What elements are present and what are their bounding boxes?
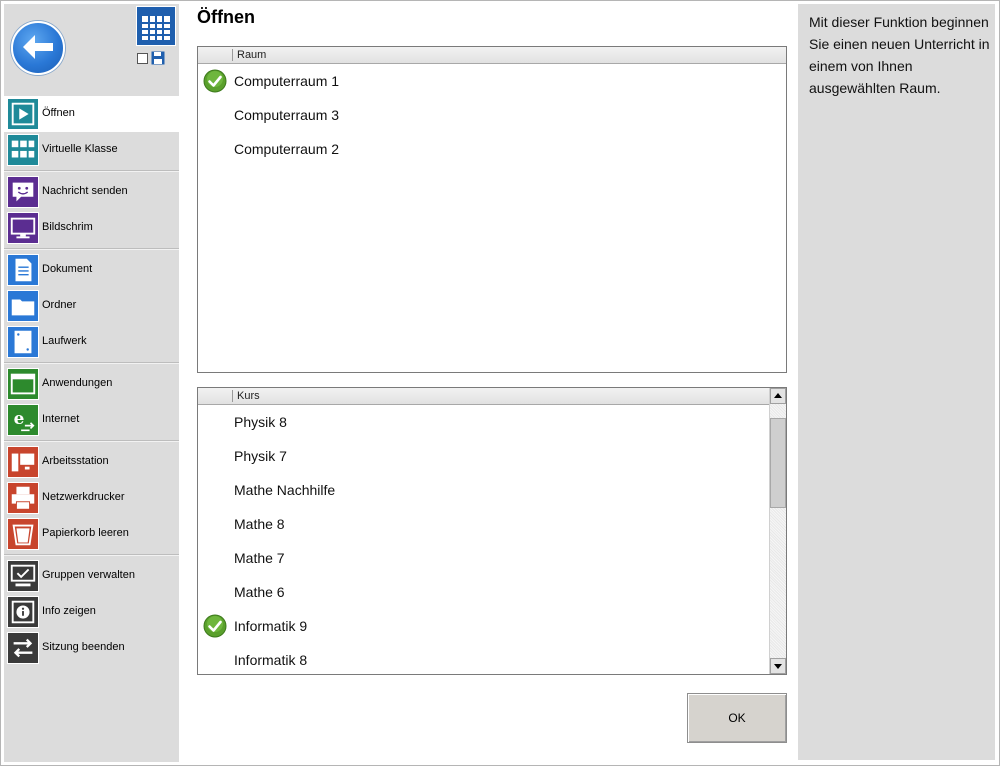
help-panel: Mit dieser Funktion beginnen Sie einen n… (798, 4, 995, 760)
internet-icon: e (7, 404, 39, 436)
course-row[interactable]: Mathe Nachhilfe (198, 473, 769, 507)
course-list: Kurs Physik 8 Physik 7 Mathe Nachhilfe Math… (197, 387, 787, 675)
sidebar-item-label: Nachricht senden (42, 185, 128, 197)
sidebar-item-logout[interactable]: Sitzung beenden (4, 630, 179, 666)
info-icon (7, 596, 39, 628)
sidebar-item-drive[interactable]: Laufwerk (4, 324, 179, 360)
sidebar-item-label: Ordner (42, 299, 77, 311)
sidebar-item-folder[interactable]: Ordner (4, 288, 179, 324)
message-icon (7, 176, 39, 208)
help-text: Mit dieser Funktion beginnen Sie einen n… (809, 14, 990, 96)
course-name: Physik 7 (234, 448, 287, 464)
sidebar: Öffnen Virtuelle Klasse Nachricht senden Bi… (4, 4, 179, 762)
scroll-thumb[interactable] (770, 418, 786, 508)
workstation-icon (7, 446, 39, 478)
sidebar-item-application[interactable]: Anwendungen (4, 366, 179, 402)
checkmark-icon (203, 614, 227, 638)
sidebar-item-printer[interactable]: Netzwerkdrucker (4, 480, 179, 516)
sidebar-item-label: Laufwerk (42, 335, 87, 347)
sidebar-item-label: Anwendungen (42, 377, 113, 389)
sidebar-item-message[interactable]: Nachricht senden (4, 174, 179, 210)
sidebar-item-label: Öffnen (42, 107, 75, 119)
page-title: Öffnen (197, 7, 255, 27)
logout-icon (7, 632, 39, 664)
svg-text:e: e (14, 408, 25, 428)
sidebar-item-open-play[interactable]: Öffnen (4, 96, 179, 132)
screen-icon (7, 212, 39, 244)
sidebar-item-label: Dokument (42, 263, 93, 275)
room-list-header[interactable]: Raum (198, 47, 786, 64)
course-row[interactable]: Informatik 9 (198, 609, 769, 643)
drive-icon (7, 326, 39, 358)
sidebar-item-label: Papierkorb leeren (42, 527, 129, 539)
sidebar-item-label: Internet (42, 413, 80, 425)
sidebar-item-screen[interactable]: Bildschrim (4, 210, 179, 246)
course-row[interactable]: Physik 7 (198, 439, 769, 473)
sidebar-nav: Öffnen Virtuelle Klasse Nachricht senden Bi… (4, 96, 179, 666)
room-name: Computerraum 3 (234, 107, 340, 123)
column-header-course[interactable]: Kurs (237, 390, 260, 402)
back-button[interactable] (11, 21, 65, 75)
room-name: Computerraum 2 (234, 141, 340, 157)
room-name: Computerraum 1 (234, 73, 340, 89)
course-name: Mathe 6 (234, 584, 285, 600)
sidebar-item-label: Sitzung beenden (42, 641, 125, 653)
course-name: Mathe 8 (234, 516, 285, 532)
room-row[interactable]: Computerraum 3 (198, 98, 786, 132)
printer-icon (7, 482, 39, 514)
scroll-down-arrow-icon (774, 664, 782, 669)
virtual-class-icon (7, 134, 39, 166)
column-header-room[interactable]: Raum (237, 49, 266, 61)
document-icon (7, 254, 39, 286)
room-row[interactable]: Computerraum 2 (198, 132, 786, 166)
scroll-up-arrow-icon (774, 393, 782, 398)
course-row[interactable]: Physik 8 (198, 405, 769, 439)
course-row[interactable]: Mathe 6 (198, 575, 769, 609)
course-name: Informatik 9 (234, 618, 308, 634)
sidebar-item-internet[interactable]: e Internet (4, 402, 179, 438)
course-name: Mathe 7 (234, 550, 285, 566)
groups-icon (7, 560, 39, 592)
sidebar-item-label: Netzwerkdrucker (42, 491, 125, 503)
floppy-disk-icon (151, 51, 165, 65)
sidebar-item-label: Virtuelle Klasse (42, 143, 118, 155)
sidebar-item-label: Bildschrim (42, 221, 93, 233)
course-row[interactable]: Mathe 7 (198, 541, 769, 575)
course-name: Mathe Nachhilfe (234, 482, 336, 498)
sidebar-item-workstation[interactable]: Arbeitsstation (4, 444, 179, 480)
sidebar-item-virtual-class[interactable]: Virtuelle Klasse (4, 132, 179, 168)
course-row[interactable]: Informatik 8 (198, 643, 769, 674)
save-checkbox[interactable] (137, 53, 148, 64)
open-play-icon (7, 98, 39, 130)
sidebar-item-label: Arbeitsstation (42, 455, 109, 467)
course-name: Informatik 8 (234, 652, 308, 668)
course-list-header[interactable]: Kurs (198, 388, 769, 405)
sidebar-item-label: Gruppen verwalten (42, 569, 135, 581)
application-icon (7, 368, 39, 400)
trash-icon (7, 518, 39, 550)
room-list: Raum Computerraum 1 Computerraum 3 Compute… (197, 46, 787, 373)
scroll-up-button[interactable] (770, 388, 786, 404)
sidebar-item-label: Info zeigen (42, 605, 96, 617)
ok-button[interactable]: OK (687, 693, 787, 743)
course-scrollbar[interactable] (769, 388, 786, 674)
course-name: Physik 8 (234, 414, 287, 430)
sidebar-item-info[interactable]: Info zeigen (4, 594, 179, 630)
sidebar-item-document[interactable]: Dokument (4, 252, 179, 288)
sidebar-item-trash[interactable]: Papierkorb leeren (4, 516, 179, 552)
folder-icon (7, 290, 39, 322)
back-arrow-icon (23, 35, 53, 59)
sidebar-item-groups[interactable]: Gruppen verwalten (4, 558, 179, 594)
calendar-icon[interactable] (136, 6, 176, 46)
checkmark-icon (203, 69, 227, 93)
scroll-down-button[interactable] (770, 658, 786, 674)
course-row[interactable]: Mathe 8 (198, 507, 769, 541)
room-row[interactable]: Computerraum 1 (198, 64, 786, 98)
